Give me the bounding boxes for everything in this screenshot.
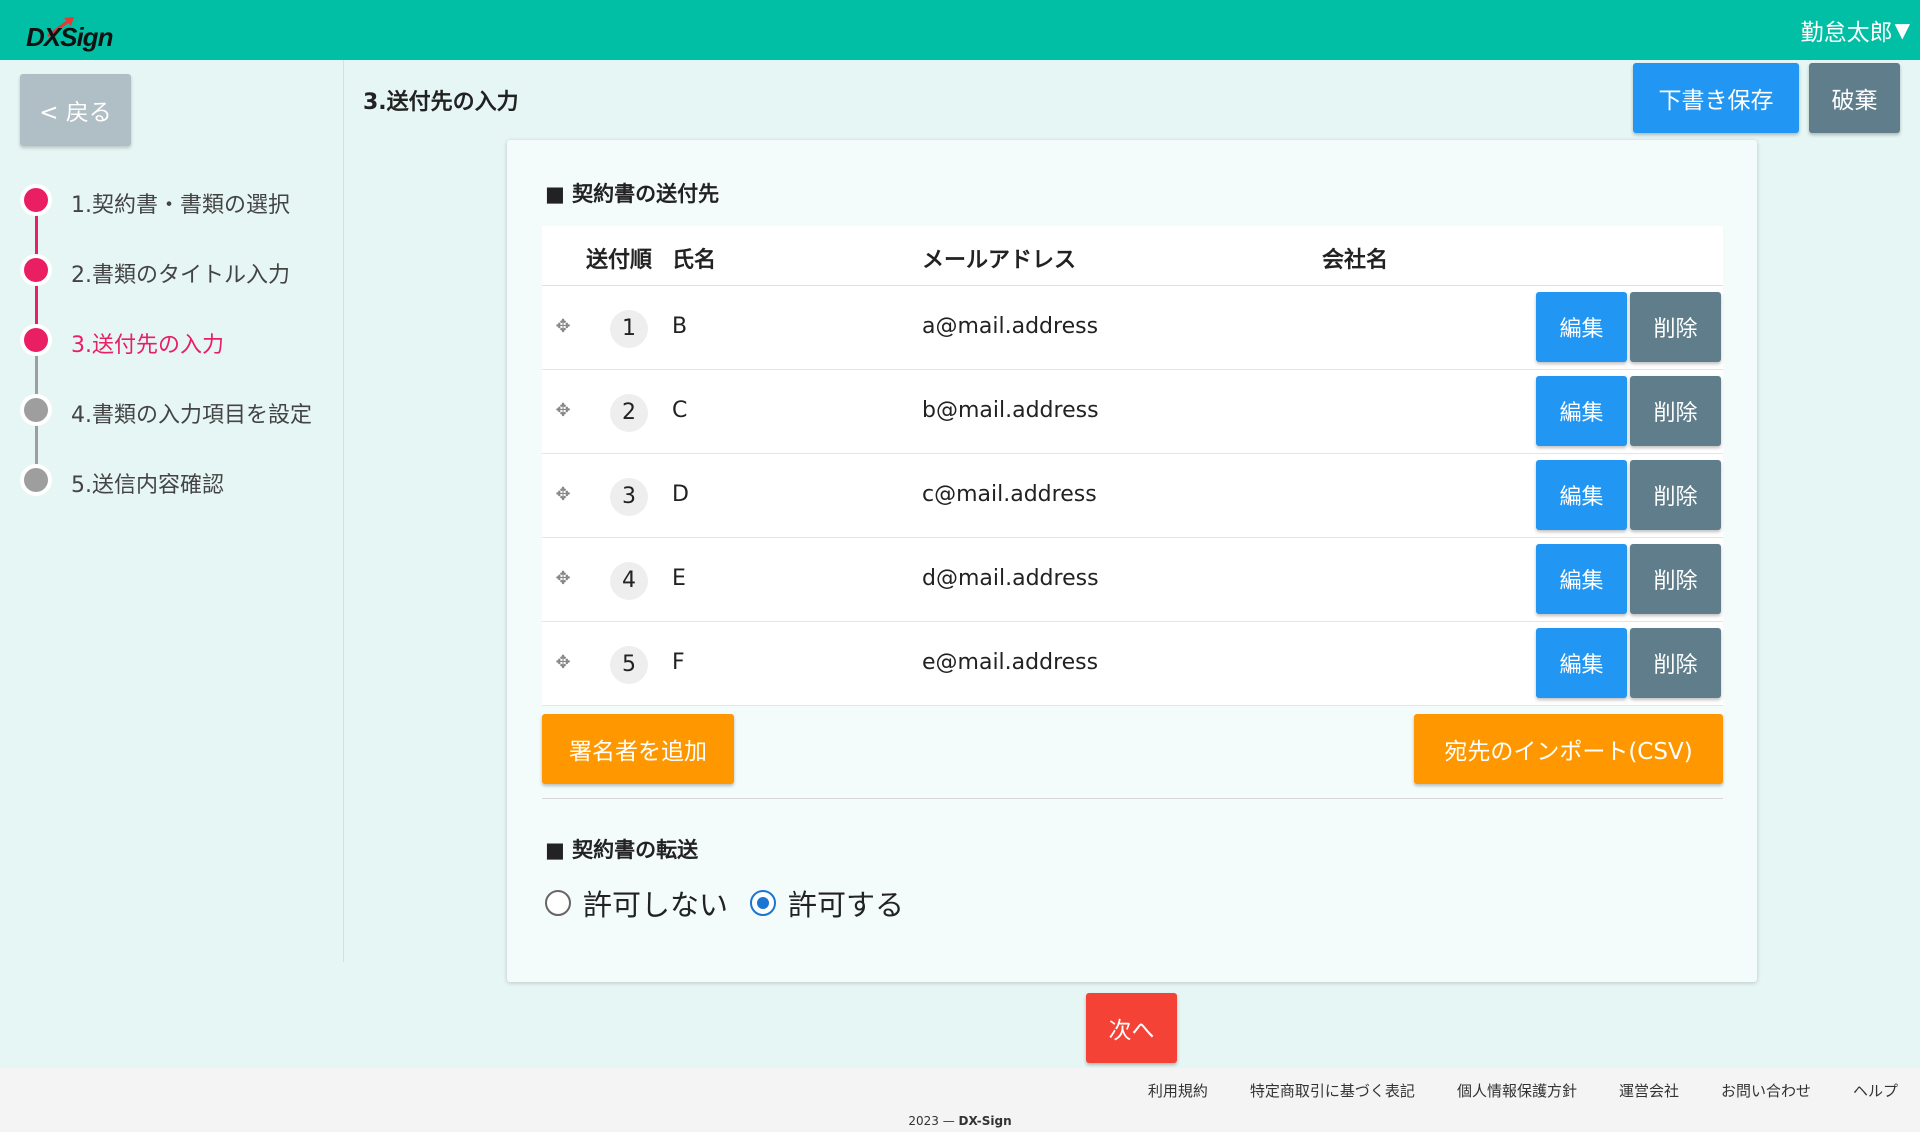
delete-button[interactable]: 削除 [1630, 460, 1721, 530]
next-button[interactable]: 次へ [1086, 993, 1177, 1063]
recipient-name: B [672, 314, 688, 339]
back-button[interactable]: < 戻る [20, 74, 131, 146]
recipients-card: ■ 契約書の送付先 送付順 氏名 メールアドレス 会社名 ✥ 1 B a@mai… [507, 140, 1757, 982]
top-bar: DXSign 勤怠太郎 ▼ [0, 0, 1920, 60]
copyright-year: 2023 — [908, 1114, 955, 1128]
footer-link-contact[interactable]: お問い合わせ [1721, 1080, 1811, 1101]
footer-link-commerce[interactable]: 特定商取引に基づく表記 [1250, 1080, 1415, 1101]
step-4[interactable]: 4.書類の入力項目を設定 [0, 390, 344, 430]
logo-text: DXSign [26, 22, 113, 52]
delete-button[interactable]: 削除 [1630, 628, 1721, 698]
order-badge: 5 [610, 646, 648, 684]
drag-handle-icon[interactable]: ✥ [552, 568, 574, 590]
step-label: 5.送信内容確認 [71, 473, 224, 498]
drag-handle-icon[interactable]: ✥ [552, 316, 574, 338]
recipient-email: a@mail.address [922, 314, 1099, 339]
order-badge: 3 [610, 478, 648, 516]
footer-link-help[interactable]: ヘルプ [1853, 1080, 1898, 1101]
drag-handle-icon[interactable]: ✥ [552, 652, 574, 674]
footer-link-company[interactable]: 運営会社 [1619, 1080, 1679, 1101]
edit-button[interactable]: 編集 [1536, 628, 1627, 698]
column-name: 氏名 [672, 248, 717, 273]
step-label: 4.書類の入力項目を設定 [71, 403, 312, 428]
sidebar: < 戻る 1.契約書・書類の選択 2.書類のタイトル入力 3.送付先の入力 4.… [0, 60, 344, 962]
radio-label: 許可しない [583, 888, 729, 922]
step-label: 3.送付先の入力 [71, 333, 224, 358]
recipient-email: e@mail.address [922, 650, 1099, 675]
recipient-email: b@mail.address [922, 398, 1099, 423]
table-row: ✥ 1 B a@mail.address 編集 削除 [542, 286, 1723, 370]
copyright-brand: DX-Sign [958, 1114, 1012, 1128]
user-name: 勤怠太郎 [1800, 20, 1893, 46]
recipients-table: 送付順 氏名 メールアドレス 会社名 ✥ 1 B a@mail.address … [542, 226, 1723, 706]
recipients-section-title: ■ 契約書の送付先 [545, 182, 720, 206]
recipient-email: d@mail.address [922, 566, 1099, 591]
recipient-name: D [672, 482, 689, 507]
copyright: 2023 — DX-Sign [0, 1114, 1920, 1128]
edit-button[interactable]: 編集 [1536, 544, 1627, 614]
recipient-name: E [672, 566, 686, 591]
table-row: ✥ 4 E d@mail.address 編集 削除 [542, 538, 1723, 622]
save-draft-button[interactable]: 下書き保存 [1633, 63, 1799, 133]
recipient-name: F [672, 650, 685, 675]
user-menu[interactable]: 勤怠太郎 ▼ [1801, 14, 1910, 46]
table-header: 送付順 氏名 メールアドレス 会社名 [542, 226, 1723, 286]
recipient-email: c@mail.address [922, 482, 1097, 507]
radio-checked-icon [750, 890, 777, 916]
delete-button[interactable]: 削除 [1630, 544, 1721, 614]
top-actions: 下書き保存 破棄 [1633, 63, 1900, 133]
footer-link-terms[interactable]: 利用規約 [1148, 1080, 1208, 1101]
transfer-radio-group: 許可しない 許可する [545, 882, 926, 924]
import-csv-button[interactable]: 宛先のインポート(CSV) [1414, 714, 1723, 784]
order-badge: 1 [610, 310, 648, 348]
table-row: ✥ 5 F e@mail.address 編集 削除 [542, 622, 1723, 706]
step-dot [24, 188, 48, 212]
table-row: ✥ 2 C b@mail.address 編集 削除 [542, 370, 1723, 454]
recipient-name: C [672, 398, 688, 423]
column-order: 送付順 [586, 248, 653, 273]
radio-label: 許可する [788, 888, 905, 922]
transfer-deny-radio[interactable]: 許可しない [545, 882, 728, 924]
step-dot [24, 398, 48, 422]
edit-button[interactable]: 編集 [1536, 292, 1627, 362]
page-title: 3.送付先の入力 [363, 90, 519, 115]
delete-button[interactable]: 削除 [1630, 376, 1721, 446]
chevron-down-icon: ▼ [1894, 18, 1910, 42]
column-email: メールアドレス [922, 248, 1077, 273]
column-company: 会社名 [1322, 248, 1389, 273]
step-label: 2.書類のタイトル入力 [71, 263, 290, 288]
transfer-section-title: ■ 契約書の転送 [545, 838, 699, 862]
step-2[interactable]: 2.書類のタイトル入力 [0, 250, 344, 290]
edit-button[interactable]: 編集 [1536, 460, 1627, 530]
order-badge: 4 [610, 562, 648, 600]
footer-link-privacy[interactable]: 個人情報保護方針 [1457, 1080, 1577, 1101]
drag-handle-icon[interactable]: ✥ [552, 484, 574, 506]
transfer-allow-radio[interactable]: 許可する [750, 882, 904, 924]
table-row: ✥ 3 D c@mail.address 編集 削除 [542, 454, 1723, 538]
edit-button[interactable]: 編集 [1536, 376, 1627, 446]
step-dot [24, 328, 48, 352]
add-signer-button[interactable]: 署名者を追加 [542, 714, 734, 784]
step-label: 1.契約書・書類の選択 [71, 193, 290, 218]
delete-button[interactable]: 削除 [1630, 292, 1721, 362]
radio-unchecked-icon [545, 890, 571, 916]
footer-links: 利用規約 特定商取引に基づく表記 個人情報保護方針 運営会社 お問い合わせ ヘル… [1148, 1080, 1898, 1101]
discard-button[interactable]: 破棄 [1809, 63, 1900, 133]
divider [542, 798, 1723, 799]
step-1[interactable]: 1.契約書・書類の選択 [0, 180, 344, 220]
step-dot [24, 468, 48, 492]
drag-handle-icon[interactable]: ✥ [552, 400, 574, 422]
footer: 利用規約 特定商取引に基づく表記 個人情報保護方針 運営会社 お問い合わせ ヘル… [0, 1068, 1920, 1132]
step-3[interactable]: 3.送付先の入力 [0, 320, 344, 360]
step-5[interactable]: 5.送信内容確認 [0, 460, 344, 500]
order-badge: 2 [610, 394, 648, 432]
dxsign-logo[interactable]: DXSign [26, 14, 122, 54]
step-dot [24, 258, 48, 282]
